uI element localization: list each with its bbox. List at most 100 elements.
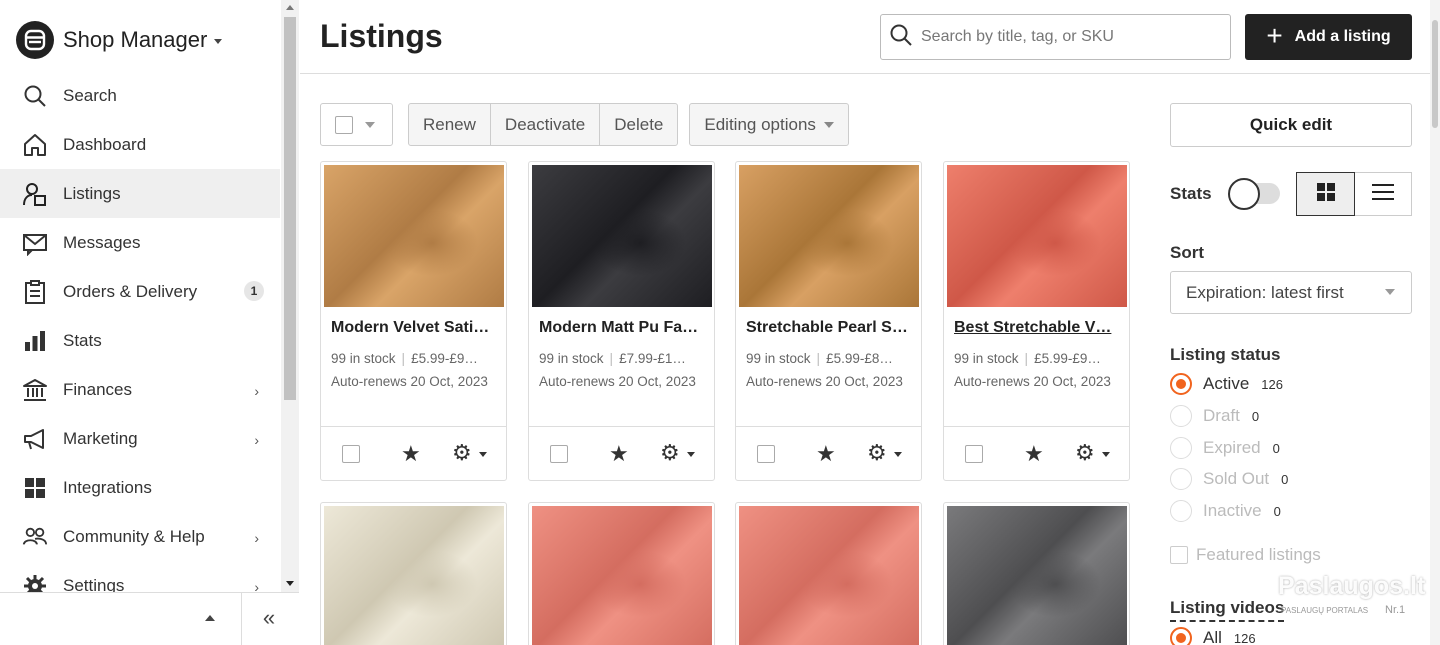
featured-listings-filter[interactable]: Featured listings <box>1170 545 1321 565</box>
listing-actions: ★ ⚙ <box>944 426 1129 481</box>
listing-checkbox[interactable] <box>965 445 983 463</box>
listing-title[interactable]: Stretchable Pearl S… <box>746 319 914 337</box>
featured-checkbox[interactable] <box>1170 546 1188 564</box>
sidebar-item-listings[interactable]: Listings <box>0 169 280 218</box>
listing-card[interactable]: Stretchable Pearl S… 99 in stock | £5.99-£8… <box>735 161 922 481</box>
sidebar-item-dashboard[interactable]: Dashboard <box>0 120 280 169</box>
status-radio-active[interactable]: Active 126 <box>1170 373 1283 395</box>
sidebar-item-marketing[interactable]: Marketing › <box>0 414 280 463</box>
gear-icon[interactable]: ⚙ <box>1075 440 1095 466</box>
star-icon[interactable]: ★ <box>816 441 836 467</box>
plus-icon: + <box>1266 19 1283 51</box>
add-listing-button[interactable]: + Add a listing <box>1245 14 1412 60</box>
listing-card[interactable]: Modern Matt Pu Fa… 99 in stock | £7.99-£1… A… <box>528 161 715 481</box>
grid-view-icon <box>1316 182 1336 207</box>
gear-icon[interactable]: ⚙ <box>660 440 680 466</box>
sidebar-item-label: Messages <box>63 232 141 252</box>
listing-stock: 99 in stock <box>746 351 811 366</box>
chevron-down-icon[interactable] <box>687 452 695 457</box>
chevron-down-icon[interactable] <box>894 452 902 457</box>
chevron-down-icon[interactable] <box>365 121 375 128</box>
quick-edit-button[interactable]: Quick edit <box>1170 103 1412 147</box>
sidebar-item-search[interactable]: Search <box>0 71 280 120</box>
star-icon[interactable]: ★ <box>401 441 421 467</box>
chevron-right-icon: › <box>254 530 259 546</box>
listing-thumbnail[interactable] <box>739 165 919 307</box>
listing-title[interactable]: Modern Velvet Sati… <box>331 319 499 337</box>
scroll-up-arrow-icon[interactable] <box>286 5 294 10</box>
listing-checkbox[interactable] <box>757 445 775 463</box>
listing-stock-price: 99 in stock | £5.99-£8… <box>746 351 914 366</box>
sidebar-scrollbar[interactable] <box>281 0 299 600</box>
sidebar-item-community-help[interactable]: Community & Help › <box>0 512 280 561</box>
select-all-checkbox[interactable] <box>335 115 353 134</box>
listing-thumbnail[interactable] <box>532 165 712 307</box>
delete-button[interactable]: Delete <box>600 104 677 145</box>
search-field[interactable] <box>880 14 1231 60</box>
gear-icon[interactable]: ⚙ <box>452 440 472 466</box>
editing-options-dropdown[interactable]: Editing options <box>689 103 849 146</box>
grid-view-button[interactable] <box>1296 172 1355 216</box>
scroll-down-arrow-icon[interactable] <box>286 581 294 586</box>
chevron-down-icon[interactable] <box>479 452 487 457</box>
renew-button[interactable]: Renew <box>409 104 491 145</box>
listing-card[interactable] <box>320 502 507 645</box>
scrollbar-thumb[interactable] <box>284 17 296 400</box>
deactivate-button[interactable]: Deactivate <box>491 104 601 145</box>
page-scrollbar[interactable] <box>1430 0 1440 645</box>
radio-button[interactable] <box>1170 405 1192 427</box>
listing-title[interactable]: Best Stretchable V… <box>954 319 1122 337</box>
divider <box>241 593 242 645</box>
listing-thumbnail[interactable] <box>739 506 919 645</box>
sidebar-item-integrations[interactable]: Integrations <box>0 463 280 512</box>
sidebar-item-orders-delivery[interactable]: Orders & Delivery 1 <box>0 267 280 316</box>
sort-label: Sort <box>1170 243 1204 262</box>
status-radio-sold-out[interactable]: Sold Out 0 <box>1170 468 1288 490</box>
chevron-down-icon[interactable] <box>1102 452 1110 457</box>
listing-card[interactable]: Best Stretchable V… 99 in stock | £5.99-£9…… <box>943 161 1130 481</box>
home-icon <box>22 132 48 158</box>
listing-title[interactable]: Modern Matt Pu Fa… <box>539 319 707 337</box>
listing-card[interactable]: Modern Velvet Sati… 99 in stock | £5.99-£9…… <box>320 161 507 481</box>
listing-thumbnail[interactable] <box>947 506 1127 645</box>
meta-separator: | <box>609 351 614 366</box>
listing-thumbnail[interactable] <box>324 165 504 307</box>
gear-icon[interactable]: ⚙ <box>867 440 887 466</box>
sidebar-item-messages[interactable]: Messages <box>0 218 280 267</box>
radio-button[interactable] <box>1170 627 1192 645</box>
stats-toggle[interactable] <box>1228 178 1280 210</box>
scrollbar-thumb[interactable] <box>1432 20 1438 128</box>
radio-button[interactable] <box>1170 373 1192 395</box>
listing-checkbox[interactable] <box>550 445 568 463</box>
listing-renew-date: Auto-renews 20 Oct, 2023 <box>746 374 903 389</box>
search-input[interactable] <box>921 28 1211 46</box>
sidebar-item-finances[interactable]: Finances › <box>0 365 280 414</box>
sidebar-item-stats[interactable]: Stats <box>0 316 280 365</box>
status-radio-draft[interactable]: Draft 0 <box>1170 405 1259 427</box>
status-radio-inactive[interactable]: Inactive 0 <box>1170 500 1281 522</box>
videos-radio-all[interactable]: All 126 <box>1170 627 1256 645</box>
collapse-sidebar-button[interactable]: « <box>254 603 284 633</box>
meta-separator: | <box>1024 351 1029 366</box>
listing-card[interactable] <box>528 502 715 645</box>
sort-select[interactable]: Expiration: latest first <box>1170 271 1412 314</box>
list-view-button[interactable] <box>1355 172 1412 216</box>
expand-up-icon[interactable] <box>205 615 215 621</box>
listing-card[interactable] <box>943 502 1130 645</box>
listing-card[interactable] <box>735 502 922 645</box>
star-icon[interactable]: ★ <box>1024 441 1044 467</box>
listing-stock: 99 in stock <box>331 351 396 366</box>
shop-manager-menu[interactable]: Shop Manager <box>16 20 223 60</box>
listing-thumbnail[interactable] <box>532 506 712 645</box>
star-icon[interactable]: ★ <box>609 441 629 467</box>
radio-button[interactable] <box>1170 500 1192 522</box>
search-icon <box>889 23 913 52</box>
listing-thumbnail[interactable] <box>324 506 504 645</box>
status-radio-expired[interactable]: Expired 0 <box>1170 437 1280 459</box>
select-all-dropdown[interactable] <box>320 103 393 146</box>
radio-button[interactable] <box>1170 468 1192 490</box>
sidebar-nav: Search Dashboard Listings Messages Order… <box>0 71 280 610</box>
listing-thumbnail[interactable] <box>947 165 1127 307</box>
radio-button[interactable] <box>1170 437 1192 459</box>
listing-checkbox[interactable] <box>342 445 360 463</box>
